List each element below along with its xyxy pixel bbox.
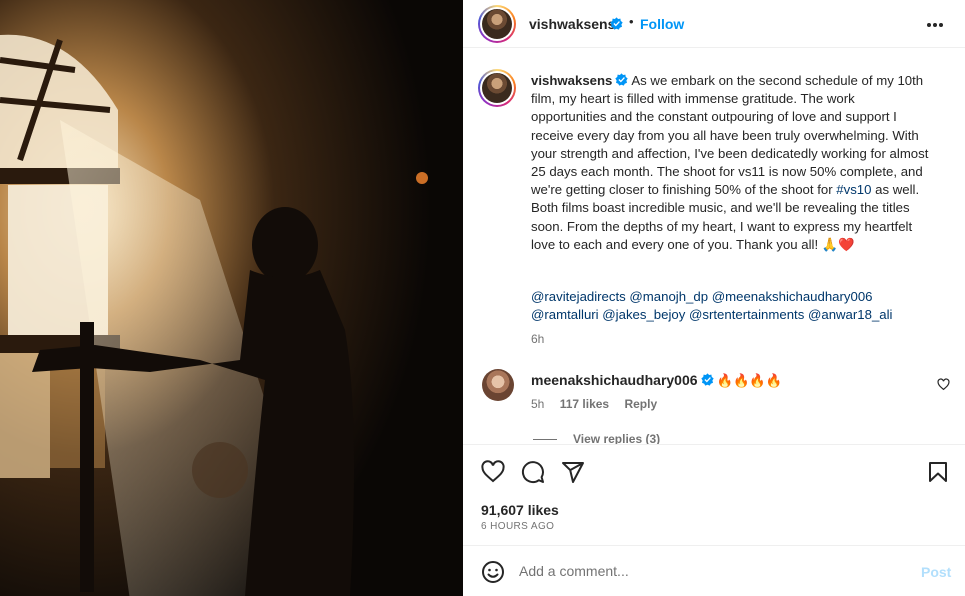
- post-header: vishwaksens • Follow: [463, 0, 965, 48]
- emoji-icon[interactable]: [481, 560, 505, 584]
- caption-text-part1: As we embark on the second schedule of m…: [531, 73, 929, 198]
- mention-link[interactable]: @srtentertainments: [689, 307, 804, 322]
- share-icon[interactable]: [561, 460, 585, 484]
- post-caption: vishwaksens As we embark on the second sc…: [531, 72, 931, 254]
- more-horizontal-icon[interactable]: [926, 22, 944, 28]
- mention-link[interactable]: @manojh_dp: [629, 289, 708, 304]
- comment-text: 🔥🔥🔥🔥: [716, 373, 783, 388]
- caption-author-username[interactable]: vishwaksens: [531, 73, 612, 88]
- post-image[interactable]: [0, 0, 463, 596]
- replies-divider: [533, 439, 557, 441]
- post-photo-illustration: [0, 0, 463, 596]
- post-details-panel: vishwaksens • Follow vishwaksens As we em…: [463, 0, 965, 596]
- comment-like-heart-icon[interactable]: [937, 378, 950, 391]
- post-time-ago[interactable]: 6 HOURS AGO: [481, 521, 554, 532]
- caption-hashtag[interactable]: #vs10: [836, 182, 871, 197]
- view-replies-label: View replies (3): [573, 432, 661, 445]
- add-comment-bar: Post: [463, 547, 965, 596]
- comment-time[interactable]: 5h: [531, 397, 544, 411]
- bookmark-icon[interactable]: [926, 460, 950, 484]
- comment-input[interactable]: [519, 559, 899, 583]
- verified-badge-icon: [610, 17, 623, 30]
- caption-timestamp[interactable]: 6h: [531, 332, 544, 346]
- caption-mentions: @ravitejadirects @manojh_dp @meenakshich…: [531, 288, 931, 324]
- comments-scroll-area[interactable]: vishwaksens As we embark on the second sc…: [463, 48, 965, 445]
- commenter-username[interactable]: meenakshichaudhary006: [531, 372, 698, 388]
- follow-button[interactable]: Follow: [640, 16, 684, 32]
- caption-author-avatar[interactable]: [478, 69, 516, 107]
- mention-link[interactable]: @meenakshichaudhary006: [712, 289, 873, 304]
- mention-link[interactable]: @jakes_bejoy: [602, 307, 685, 322]
- comment-icon[interactable]: [521, 460, 545, 484]
- mention-link[interactable]: @ravitejadirects: [531, 289, 626, 304]
- mention-link[interactable]: @anwar18_ali: [808, 307, 893, 322]
- author-username[interactable]: vishwaksens: [529, 16, 615, 32]
- view-replies-button[interactable]: View replies (3): [533, 432, 661, 445]
- author-avatar[interactable]: [478, 5, 516, 43]
- verified-badge-icon: [615, 73, 629, 86]
- heart-icon[interactable]: [481, 460, 505, 484]
- reply-button[interactable]: Reply: [624, 397, 657, 411]
- comment-meta: 5h 117 likes Reply: [531, 397, 669, 411]
- commenter-avatar[interactable]: [482, 369, 514, 401]
- post-actions: 91,607 likes 6 HOURS AGO: [463, 446, 965, 546]
- likes-count[interactable]: 91,607 likes: [481, 502, 559, 518]
- mention-link[interactable]: @ramtalluri: [531, 307, 599, 322]
- header-separator: •: [629, 14, 634, 29]
- verified-badge-icon: [700, 373, 714, 386]
- post-comment-button[interactable]: Post: [921, 564, 951, 580]
- comment-likes[interactable]: 117 likes: [560, 397, 609, 411]
- comment-body: meenakshichaudhary006 🔥🔥🔥🔥: [531, 372, 782, 389]
